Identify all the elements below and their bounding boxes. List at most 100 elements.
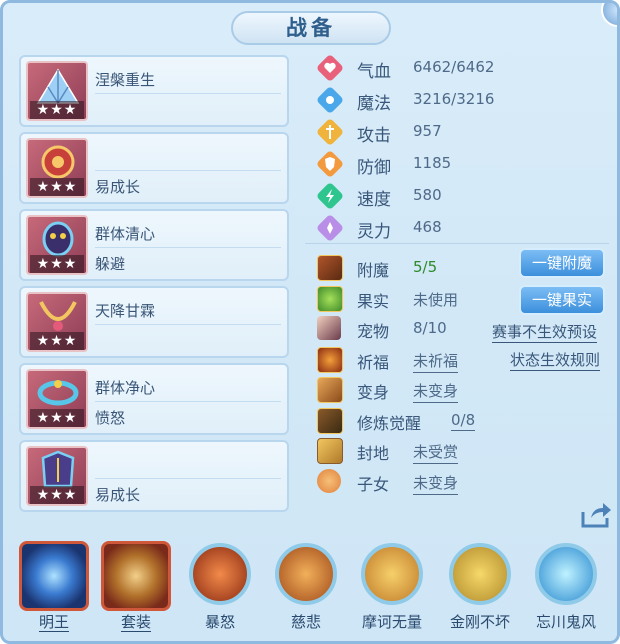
stat-value: 957 bbox=[413, 122, 442, 140]
panel-title: 战备 bbox=[231, 11, 391, 45]
close-icon[interactable] bbox=[601, 3, 617, 27]
slot-label: 慈悲 bbox=[290, 613, 321, 631]
divider bbox=[305, 243, 609, 244]
war-prep-panel: 战备 ★★★ 涅槃重生 ★★★ 易成长 ★★★ 群体清心 躲避 ★★★ 天降甘霖… bbox=[0, 0, 620, 644]
slot-mingwang[interactable]: 明王 bbox=[19, 539, 89, 639]
attr-value[interactable]: 未受赏 bbox=[413, 441, 459, 464]
equipment-skill-1: 群体净心 bbox=[95, 379, 156, 397]
attr-value: 8/10 bbox=[413, 319, 447, 337]
heart-icon bbox=[317, 55, 343, 81]
slot-vajra[interactable]: 金刚不坏 bbox=[445, 539, 515, 639]
attr-transform: 变身 未变身 bbox=[305, 373, 609, 404]
title-banner: 战备 bbox=[231, 11, 391, 47]
equipment-skill-2: 易成长 bbox=[95, 178, 141, 196]
equipment-card-1[interactable]: ★★★ 涅槃重生 bbox=[19, 55, 289, 127]
attr-value[interactable]: 未祈福 bbox=[413, 350, 459, 373]
stat-value: 580 bbox=[413, 186, 442, 204]
stat-label: 速度 bbox=[357, 190, 391, 210]
attr-label: 子女 bbox=[357, 474, 390, 494]
fan-icon: ★★★ bbox=[26, 61, 88, 121]
slot-label: 忘川鬼风 bbox=[535, 613, 596, 631]
shield-icon bbox=[317, 151, 343, 177]
mingwang-icon bbox=[19, 541, 89, 611]
fruit-all-button[interactable]: 一键果实 bbox=[519, 285, 605, 315]
divider bbox=[95, 401, 281, 402]
attr-label: 封地 bbox=[357, 444, 390, 463]
cultivate-icon bbox=[317, 407, 343, 434]
slot-label: 暴怒 bbox=[204, 613, 235, 631]
divider bbox=[95, 93, 281, 94]
spirit-icon bbox=[317, 215, 343, 241]
equipment-skill-2: 愤怒 bbox=[95, 409, 126, 427]
slot-ghostwind[interactable]: 忘川鬼风 bbox=[531, 539, 601, 639]
divider bbox=[95, 247, 281, 248]
stat-spirit: 灵力 468 bbox=[305, 211, 609, 243]
equipment-card-6[interactable]: ★★★ 易成长 bbox=[19, 440, 289, 512]
equipment-card-4[interactable]: ★★★ 天降甘霖 bbox=[19, 286, 289, 358]
mohe-icon bbox=[361, 543, 423, 605]
attr-label: 祈福 bbox=[357, 352, 390, 372]
equipment-card-3[interactable]: ★★★ 群体清心 躲避 bbox=[19, 209, 289, 281]
slot-mohe[interactable]: 摩诃无量 bbox=[357, 539, 427, 639]
equipment-skill-1: 涅槃重生 bbox=[95, 71, 156, 89]
slot-label: 套装 bbox=[120, 613, 151, 632]
child-icon bbox=[317, 468, 341, 493]
slot-set[interactable]: 套装 bbox=[101, 539, 171, 639]
mana-icon bbox=[317, 87, 343, 113]
enchant-icon bbox=[317, 255, 343, 281]
ghostwind-icon bbox=[535, 543, 597, 605]
transform-icon bbox=[317, 377, 343, 403]
slot-mercy[interactable]: 慈悲 bbox=[271, 539, 341, 639]
attr-fief: 封地 未受赏 bbox=[305, 434, 609, 465]
slot-label: 金刚不坏 bbox=[449, 613, 510, 631]
equipment-skill-2: 易成长 bbox=[95, 486, 141, 504]
stat-hp: 气血 6462/6462 bbox=[305, 51, 609, 83]
divider bbox=[95, 478, 281, 479]
set-icon bbox=[101, 541, 171, 611]
equipment-skill-1: 天降甘霖 bbox=[95, 302, 156, 320]
sword-icon bbox=[317, 119, 343, 145]
star-rating: ★★★ bbox=[30, 486, 84, 504]
stat-speed: 速度 580 bbox=[305, 179, 609, 211]
stat-label: 攻击 bbox=[357, 126, 391, 146]
attr-child: 子女 未变身 bbox=[305, 465, 609, 496]
attr-value[interactable]: 未变身 bbox=[413, 380, 459, 403]
stat-attack: 攻击 957 bbox=[305, 115, 609, 147]
star-rating: ★★★ bbox=[30, 409, 84, 427]
slot-label: 摩诃无量 bbox=[361, 613, 422, 631]
equipment-skill-1: 群体清心 bbox=[95, 225, 156, 243]
stat-value: 3216/3216 bbox=[413, 90, 495, 108]
attr-value: 5/5 bbox=[413, 258, 438, 276]
equipment-card-5[interactable]: ★★★ 群体净心 愤怒 bbox=[19, 363, 289, 435]
event-preset-link[interactable]: 赛事不生效预设 bbox=[492, 321, 598, 343]
share-icon[interactable] bbox=[579, 500, 613, 530]
rage-icon bbox=[189, 543, 251, 605]
armor-icon: ★★★ bbox=[26, 446, 88, 506]
bracelet-icon: ★★★ bbox=[26, 369, 88, 429]
mercy-icon bbox=[275, 543, 337, 605]
star-rating: ★★★ bbox=[30, 332, 84, 350]
claw-icon: ★★★ bbox=[26, 138, 88, 198]
attr-label: 果实 bbox=[357, 291, 390, 311]
stat-value: 468 bbox=[413, 218, 442, 236]
slot-rage[interactable]: 暴怒 bbox=[185, 539, 255, 639]
attr-label: 变身 bbox=[357, 383, 390, 402]
status-rules-link[interactable]: 状态生效规则 bbox=[510, 349, 601, 371]
equipment-card-2[interactable]: ★★★ 易成长 bbox=[19, 132, 289, 204]
stat-label: 魔法 bbox=[357, 94, 391, 114]
enchant-all-button[interactable]: 一键附魔 bbox=[519, 248, 605, 278]
attr-value: 未使用 bbox=[413, 290, 459, 309]
attr-value[interactable]: 未变身 bbox=[413, 472, 459, 495]
equipment-list: ★★★ 涅槃重生 ★★★ 易成长 ★★★ 群体清心 躲避 ★★★ 天降甘霖 ★★… bbox=[19, 55, 289, 517]
attr-label: 附魔 bbox=[357, 261, 390, 280]
star-rating: ★★★ bbox=[30, 178, 84, 196]
fief-icon bbox=[317, 438, 343, 464]
mask-icon: ★★★ bbox=[26, 215, 88, 275]
star-rating: ★★★ bbox=[30, 101, 84, 119]
fruit-icon bbox=[317, 285, 343, 312]
divider bbox=[95, 324, 281, 325]
stat-label: 灵力 bbox=[357, 222, 391, 242]
divider bbox=[95, 170, 281, 171]
stat-label: 气血 bbox=[357, 62, 391, 82]
attr-value[interactable]: 0/8 bbox=[451, 411, 476, 431]
